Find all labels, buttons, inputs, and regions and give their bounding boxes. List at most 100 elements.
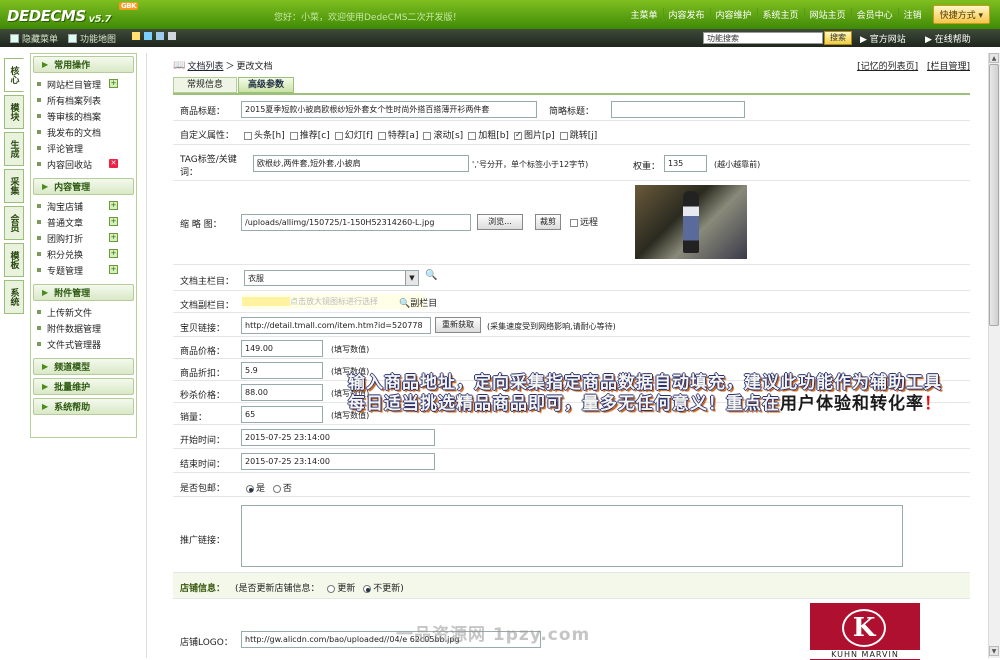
checkbox[interactable] <box>334 131 343 140</box>
skin-yellow-icon[interactable] <box>132 32 140 40</box>
function-search-input[interactable]: 功能搜索 <box>703 32 823 44</box>
skin-gray-icon[interactable] <box>168 32 176 40</box>
vtab-system[interactable]: 系统 <box>4 280 24 314</box>
price-input[interactable]: 149.00 <box>241 340 323 357</box>
checkbox[interactable] <box>513 130 522 140</box>
sidebar-item[interactable]: 内容回收站 ✕ <box>31 156 136 172</box>
thumbnail-preview-image[interactable] <box>635 185 747 259</box>
item-link-input[interactable]: http://detail.tmall.com/item.htm?id=5207… <box>241 317 431 334</box>
nav-site-home[interactable]: 网站主页 <box>803 8 851 21</box>
scroll-up-icon[interactable]: ▲ <box>989 53 999 63</box>
clear-icon[interactable]: ✕ <box>109 159 118 168</box>
sidebar-section-5[interactable]: ▶ 系统帮助 <box>33 398 134 415</box>
refetch-button[interactable]: 重新获取 <box>435 317 481 333</box>
magnifier-icon[interactable]: 🔍 <box>425 270 437 281</box>
checkbox[interactable] <box>377 131 386 140</box>
tags-input[interactable]: 欧根纱,两件套,短外套,小披肩 <box>253 155 469 172</box>
add-icon[interactable]: + <box>109 249 118 258</box>
sidebar-item[interactable]: 团购打折 + <box>31 230 136 246</box>
vtab-core[interactable]: 核心 <box>4 58 24 92</box>
promo-link-textarea[interactable] <box>241 505 903 567</box>
sidebar-item[interactable]: 所有档案列表 <box>31 92 136 108</box>
sidebar-item[interactable]: 专题管理 + <box>31 262 136 278</box>
attr-checkbox-item[interactable]: 推荐[c] <box>285 131 330 141</box>
sidebar-section-2[interactable]: ▶ 附件管理 <box>33 284 134 301</box>
remote-checkbox-box[interactable] <box>570 218 578 227</box>
sidebar-item[interactable]: 附件数据管理 <box>31 320 136 336</box>
vtab-collect[interactable]: 采集 <box>4 169 24 203</box>
title-input[interactable]: 2015夏季短款小披肩欧根纱短外套女个性时尚外搭百搭薄开衫两件套 <box>241 101 537 118</box>
attr-checkbox-item[interactable]: 滚动[s] <box>418 131 463 141</box>
nav-maintain[interactable]: 内容维护 <box>709 8 757 21</box>
add-icon[interactable]: + <box>109 79 118 88</box>
vtab-member[interactable]: 会员 <box>4 206 24 240</box>
attr-checkbox-item[interactable]: 跳转[j] <box>555 131 597 141</box>
checkbox[interactable] <box>289 131 298 140</box>
vtab-generate[interactable]: 生成 <box>4 132 24 166</box>
tab-advanced-params[interactable]: 高级参数 <box>238 77 294 93</box>
weight-input[interactable]: 135 <box>664 155 707 172</box>
attr-checkbox-item[interactable]: 头条[h] <box>239 131 285 141</box>
quick-menu-button[interactable]: 快捷方式 ▾ <box>932 5 990 24</box>
free-ship-no-radio[interactable] <box>272 484 281 493</box>
sales-input[interactable]: 65 <box>241 406 323 423</box>
browse-button[interactable]: 浏览... <box>477 214 523 230</box>
short-title-input[interactable] <box>611 101 745 118</box>
column-manage-link[interactable]: [栏目管理] <box>927 62 970 72</box>
add-icon[interactable]: + <box>109 217 118 226</box>
sitemap-button[interactable]: 功能地图 <box>68 32 116 45</box>
main-category-select[interactable]: 衣服 ▼ <box>244 270 419 286</box>
sidebar-section-1[interactable]: ▶ 内容管理 <box>33 178 134 195</box>
flash-price-input[interactable]: 88.00 <box>241 384 323 401</box>
sidebar-item[interactable]: 等审核的档案 <box>31 108 136 124</box>
sidebar-item[interactable]: 网站栏目管理 + <box>31 76 136 92</box>
discount-input[interactable]: 5.9 <box>241 362 323 379</box>
checkbox[interactable] <box>423 131 432 140</box>
skin-blue-icon[interactable] <box>144 32 152 40</box>
remembered-list-link[interactable]: [记忆的列表页] <box>857 62 918 72</box>
sidebar-section-0[interactable]: ▶ 常用操作 <box>33 56 134 73</box>
sidebar-item[interactable]: 积分兑换 + <box>31 246 136 262</box>
tab-general-info[interactable]: 常规信息 <box>173 77 237 93</box>
crop-button[interactable]: 裁剪 <box>535 214 561 230</box>
add-icon[interactable]: + <box>109 233 118 242</box>
shop-logo-preview[interactable]: K KUHN MARVIN <box>810 603 920 660</box>
vtab-template[interactable]: 模板 <box>4 243 24 277</box>
nav-system-home[interactable]: 系统主页 <box>756 8 804 21</box>
shop-update-radio[interactable] <box>327 584 336 593</box>
function-search-button[interactable]: 搜索 <box>824 31 852 45</box>
dedecms-logo[interactable]: DEDECMS v5.7 GBK <box>7 2 139 25</box>
sidebar-item[interactable]: 普通文章 + <box>31 214 136 230</box>
sub-category-link[interactable]: 🔍副栏目 <box>399 296 437 309</box>
thumb-input[interactable]: /uploads/allimg/150725/1-150H52314260-L.… <box>241 214 471 231</box>
sidebar-section-3[interactable]: ▶ 频道模型 <box>33 358 134 375</box>
checkbox[interactable] <box>468 131 477 140</box>
free-ship-yes-radio[interactable] <box>246 484 254 493</box>
end-time-input[interactable]: 2015-07-25 23:14:00 <box>241 453 435 470</box>
sidebar-item[interactable]: 文件式管理器 <box>31 336 136 352</box>
attr-checkbox-item[interactable]: 图片[p] <box>509 130 555 141</box>
attr-checkbox-item[interactable]: 加粗[b] <box>463 131 509 141</box>
sidebar-item[interactable]: 我发布的文档 <box>31 124 136 140</box>
start-time-input[interactable]: 2015-07-25 23:14:00 <box>241 429 435 446</box>
chevron-down-icon[interactable]: ▼ <box>405 271 418 285</box>
checkbox[interactable] <box>244 131 252 140</box>
sidebar-item[interactable]: 评论管理 <box>31 140 136 156</box>
hide-menu-button[interactable]: 隐藏菜单 <box>10 32 58 45</box>
add-icon[interactable]: + <box>109 201 118 210</box>
sub-category-area[interactable]: 点击放大镜图标进行选择 <box>242 294 425 309</box>
scroll-down-icon[interactable]: ▼ <box>989 646 999 656</box>
sidebar-item[interactable]: 上传新文件 <box>31 304 136 320</box>
skin-switcher[interactable] <box>132 32 177 40</box>
scrollbar-thumb[interactable] <box>989 64 999 326</box>
attr-checkbox-item[interactable]: 特荐[a] <box>373 131 418 141</box>
checkbox[interactable] <box>559 131 568 140</box>
vtab-module[interactable]: 模块 <box>4 95 24 129</box>
online-help-link[interactable]: ▶ 在线帮助 <box>925 32 971 45</box>
nav-member-center[interactable]: 会员中心 <box>850 8 898 21</box>
nav-publish[interactable]: 内容发布 <box>662 8 710 21</box>
shop-noupdate-radio[interactable] <box>363 584 372 593</box>
remote-checkbox[interactable]: 远程 <box>565 215 598 228</box>
nav-logout[interactable]: 注销 <box>897 8 927 21</box>
sidebar-section-4[interactable]: ▶ 批量维护 <box>33 378 134 395</box>
